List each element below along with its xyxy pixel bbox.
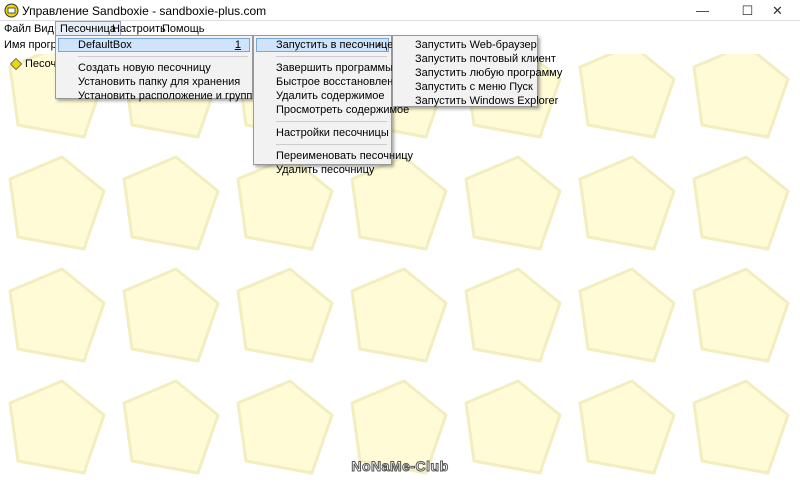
menu-item-run-mail-client[interactable]: Запустить почтовый клиент bbox=[395, 52, 556, 66]
menu-separator bbox=[78, 56, 248, 57]
chevron-right-icon: ▸ bbox=[377, 40, 382, 49]
run-in-sandbox-label: Запустить в песочнице bbox=[276, 39, 394, 51]
sandboxie-app-icon bbox=[4, 3, 19, 18]
menu-item-run-web-browser[interactable]: Запустить Web-браузер bbox=[395, 38, 537, 52]
menu-item-terminate-programs[interactable]: Завершить программы bbox=[256, 61, 393, 75]
defaultbox-label: DefaultBox bbox=[78, 39, 132, 51]
menu-item-quick-recovery[interactable]: Быстрое восстановление bbox=[256, 75, 406, 89]
minimize-button[interactable]: — bbox=[680, 0, 725, 21]
menu-separator bbox=[276, 121, 387, 122]
close-button[interactable]: ✕ bbox=[755, 0, 800, 21]
menu-item-set-storage-folder[interactable]: Установить папку для хранения bbox=[58, 75, 250, 89]
menu-item-set-location-groups[interactable]: Установить расположение и группы bbox=[58, 89, 260, 103]
menu-item-delete-sandbox[interactable]: Удалить песочницу bbox=[256, 163, 389, 177]
watermark-text: NoNaMe-Club bbox=[351, 458, 449, 475]
menu-item-defaultbox[interactable]: DefaultBox 1 bbox=[58, 38, 250, 52]
box-submenu: Запустить в песочнице ▸ Завершить програ… bbox=[253, 35, 413, 176]
title-bar: Управление Sandboxie - sandboxie-plus.co… bbox=[0, 0, 800, 21]
menu-item-run-any-program[interactable]: Запустить любую программу bbox=[395, 66, 562, 80]
defaultbox-shortcut: 1 bbox=[234, 39, 241, 51]
menu-item-run-in-sandbox[interactable]: Запустить в песочнице ▸ bbox=[256, 38, 393, 52]
menu-item-run-windows-explorer[interactable]: Запустить Windows Explorer bbox=[395, 94, 558, 108]
menu-item-run-start-menu[interactable]: Запустить с меню Пуск bbox=[395, 80, 535, 94]
run-submenu: Запустить Web-браузер Запустить почтовый… bbox=[392, 35, 562, 108]
window-title: Управление Sandboxie - sandboxie-plus.co… bbox=[22, 4, 267, 18]
menu-item-explore-contents[interactable]: Просмотреть содержимое bbox=[256, 103, 409, 117]
sandbox-menu: DefaultBox 1 Создать новую песочницу Уст… bbox=[55, 35, 260, 102]
menu-item-delete-contents[interactable]: Удалить содержимое bbox=[256, 89, 389, 103]
menu-item-create-sandbox[interactable]: Создать новую песочницу bbox=[58, 61, 250, 75]
menu-item-rename-sandbox[interactable]: Переименовать песочницу bbox=[256, 149, 413, 163]
menu-separator bbox=[276, 144, 387, 145]
sandbox-box-icon bbox=[10, 58, 22, 71]
menu-separator bbox=[276, 56, 387, 57]
menu-item-sandbox-settings[interactable]: Настройки песочницы bbox=[256, 126, 389, 140]
menu-view[interactable]: Вид bbox=[30, 21, 58, 37]
